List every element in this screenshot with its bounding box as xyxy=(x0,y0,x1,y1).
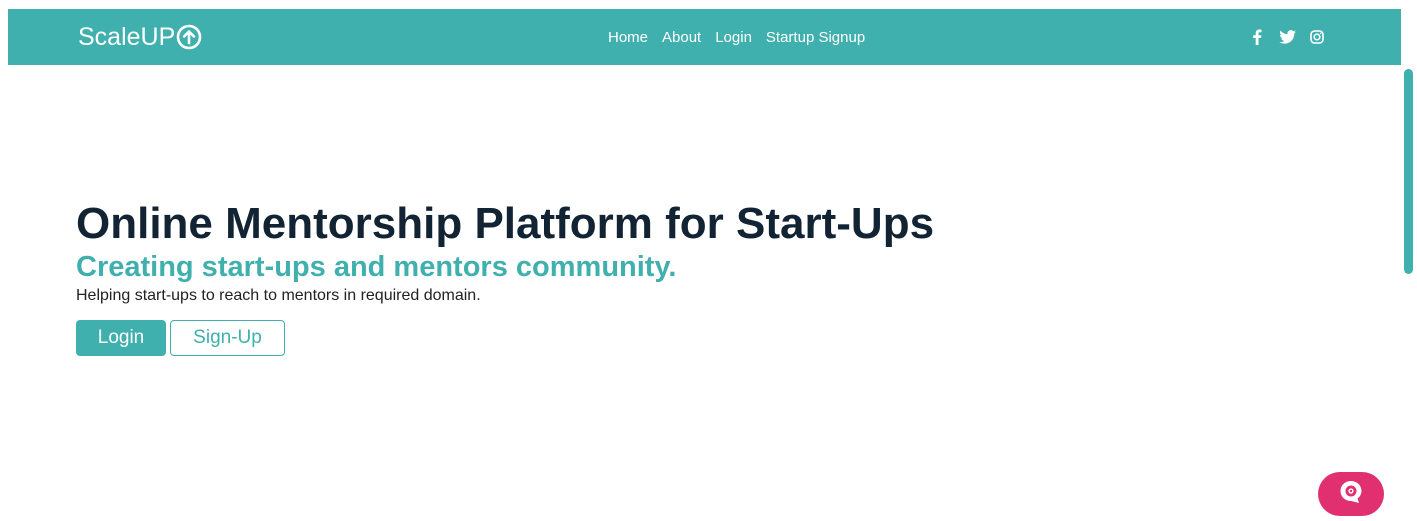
nav-link-login[interactable]: Login xyxy=(708,29,759,46)
twitter-icon[interactable] xyxy=(1278,28,1296,46)
chat-widget-button[interactable] xyxy=(1318,472,1384,516)
brand-logo[interactable]: ScaleUP xyxy=(78,21,202,53)
hero-subtitle: Creating start-ups and mentors community… xyxy=(76,251,677,283)
arrow-up-circle-icon xyxy=(176,24,202,50)
instagram-icon[interactable] xyxy=(1308,28,1326,46)
facebook-icon[interactable] xyxy=(1248,28,1266,46)
chat-bot-icon xyxy=(1338,479,1364,510)
nav-link-startup-signup[interactable]: Startup Signup xyxy=(759,29,872,46)
scrollbar[interactable] xyxy=(1401,65,1417,521)
hero-section: Online Mentorship Platform for Start-Ups… xyxy=(76,198,934,356)
nav-link-home[interactable]: Home xyxy=(601,29,655,46)
signup-button[interactable]: Sign-Up xyxy=(170,320,285,356)
navbar: ScaleUP Home About Login Startup Signup xyxy=(8,9,1401,65)
nav-links: Home About Login Startup Signup xyxy=(601,9,872,65)
social-links xyxy=(1248,9,1326,65)
scrollbar-thumb[interactable] xyxy=(1404,69,1413,274)
nav-link-about[interactable]: About xyxy=(655,29,708,46)
hero-buttons: Login Sign-Up xyxy=(76,320,934,356)
page: ScaleUP Home About Login Startup Signup xyxy=(0,0,1417,521)
brand-name: ScaleUP xyxy=(78,22,176,51)
hero-description: Helping start-ups to reach to mentors in… xyxy=(76,287,481,304)
login-button[interactable]: Login xyxy=(76,320,166,356)
hero-title: Online Mentorship Platform for Start-Ups xyxy=(76,199,935,248)
